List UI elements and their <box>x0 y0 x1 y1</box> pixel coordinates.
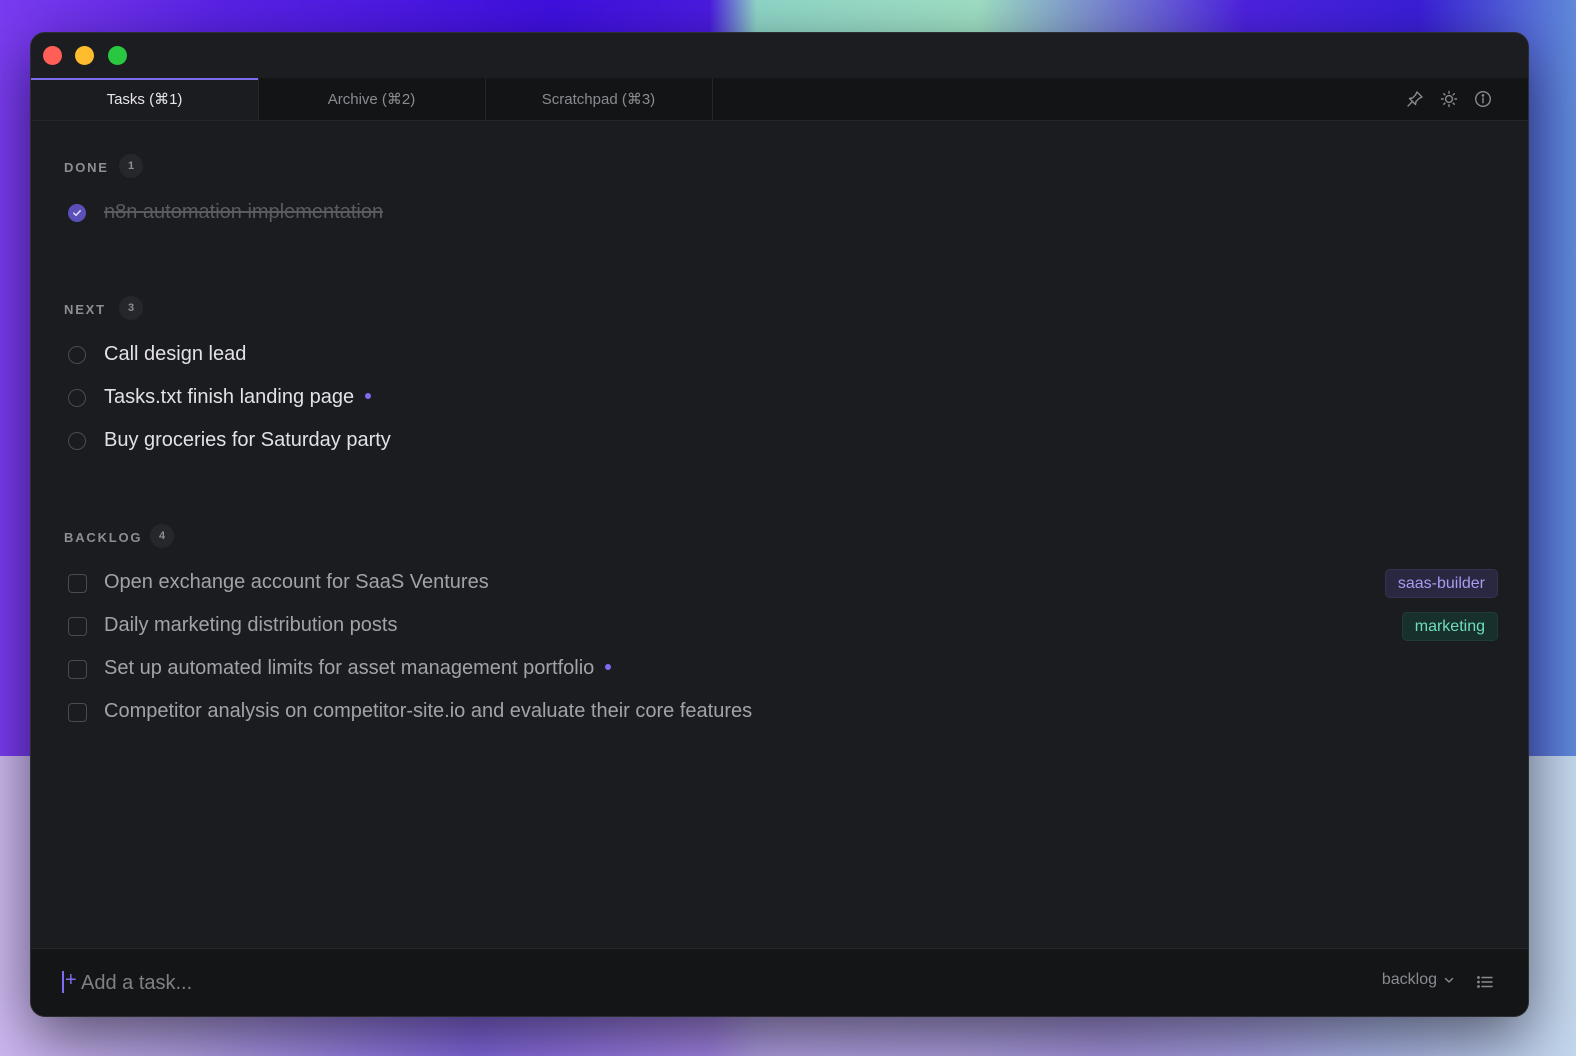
task-row[interactable]: n8n automation implementation <box>68 199 1498 229</box>
task-row[interactable]: Open exchange account for SaaS Ventures … <box>68 569 1498 599</box>
section-title-done: DONE <box>64 160 109 175</box>
task-row[interactable]: Tasks.txt finish landing page <box>68 384 1498 414</box>
title-bar <box>31 33 1528 78</box>
section-title-next: NEXT <box>64 302 106 317</box>
completed-checkbox[interactable] <box>68 204 86 222</box>
list-view-icon[interactable] <box>1476 973 1494 991</box>
task-text-wrap: Tasks.txt finish landing page <box>104 386 372 409</box>
note-indicator-dot <box>605 663 612 670</box>
task-text: Set up automated limits for asset manage… <box>104 657 595 679</box>
task-checkbox[interactable] <box>68 574 87 593</box>
task-checkbox[interactable] <box>68 703 87 722</box>
text-cursor <box>62 971 64 993</box>
task-text: Tasks.txt finish landing page <box>104 386 355 408</box>
task-text: Daily marketing distribution posts <box>104 614 398 636</box>
minimize-window-button[interactable] <box>75 46 94 65</box>
task-row[interactable]: Buy groceries for Saturday party <box>68 427 1498 457</box>
pin-icon[interactable] <box>1406 90 1424 108</box>
chevron-down-icon <box>1444 977 1454 983</box>
target-list-select[interactable]: backlog <box>1382 971 1455 989</box>
target-list-label: backlog <box>1381 971 1437 988</box>
task-checkbox[interactable] <box>68 346 86 364</box>
plus-icon: + <box>65 969 77 991</box>
task-row[interactable]: Competitor analysis on competitor-site.i… <box>68 698 1498 728</box>
close-window-button[interactable] <box>43 46 62 65</box>
section-count-done: 1 <box>119 154 143 178</box>
task-checkbox[interactable] <box>68 389 86 407</box>
tab-archive[interactable]: Archive (⌘2) <box>258 78 486 120</box>
sun-icon[interactable] <box>1440 90 1458 108</box>
task-checkbox[interactable] <box>68 660 87 679</box>
section-count-next: 3 <box>119 296 143 320</box>
zoom-window-button[interactable] <box>108 46 127 65</box>
note-indicator-dot <box>365 392 372 399</box>
app-window: Tasks (⌘1) Archive (⌘2) Scratchpad (⌘3) … <box>31 33 1528 1016</box>
tab-tasks[interactable]: Tasks (⌘1) <box>31 78 259 120</box>
task-row[interactable]: Call design lead <box>68 341 1498 371</box>
info-icon[interactable] <box>1474 90 1492 108</box>
tab-bar: Tasks (⌘1) Archive (⌘2) Scratchpad (⌘3) <box>31 78 1528 121</box>
section-title-backlog: BACKLOG <box>64 530 143 545</box>
add-task-bar: + backlog <box>31 948 1528 1016</box>
tab-scratchpad[interactable]: Scratchpad (⌘3) <box>485 78 713 120</box>
task-text: Buy groceries for Saturday party <box>104 429 391 451</box>
task-text: n8n automation implementation <box>104 201 384 223</box>
add-task-input[interactable] <box>79 968 683 998</box>
task-text-wrap: Set up automated limits for asset manage… <box>104 657 612 680</box>
section-count-backlog: 4 <box>150 524 174 548</box>
tag-saas-builder[interactable]: saas-builder <box>1384 569 1498 598</box>
task-row[interactable]: Daily marketing distribution posts marke… <box>68 612 1498 642</box>
task-text: Competitor analysis on competitor-site.i… <box>104 700 753 722</box>
tag-marketing[interactable]: marketing <box>1401 612 1498 641</box>
task-text: Open exchange account for SaaS Ventures <box>104 571 489 593</box>
task-checkbox[interactable] <box>68 432 86 450</box>
task-text: Call design lead <box>104 343 247 365</box>
task-row[interactable]: Set up automated limits for asset manage… <box>68 655 1498 685</box>
task-checkbox[interactable] <box>68 617 87 636</box>
